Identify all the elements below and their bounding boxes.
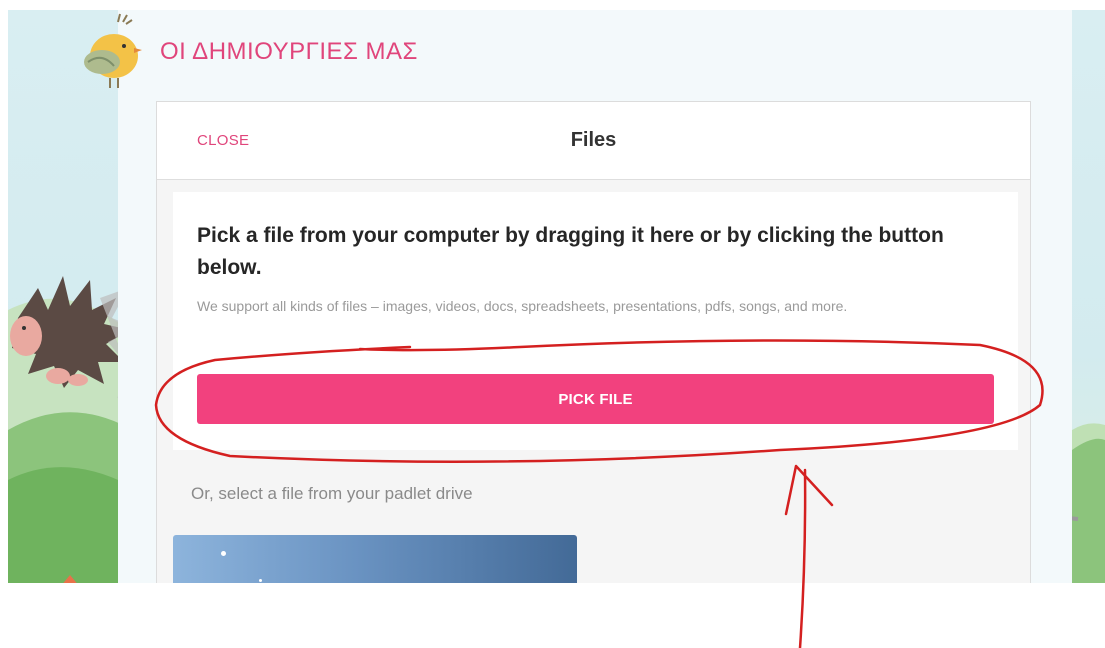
modal-title: Files xyxy=(570,129,617,151)
thumbnail-sparkle xyxy=(259,579,262,582)
files-modal: CLOSE Files Pick a file from your comput… xyxy=(156,101,1031,583)
drop-zone-heading: Pick a file from your computer by draggi… xyxy=(197,224,944,279)
padlet-drive-label: Or, select a file from your padlet drive xyxy=(191,484,473,503)
bird-icon xyxy=(84,13,142,88)
pick-file-button[interactable]: PICK FILE xyxy=(197,374,994,424)
screenshot: ΟΙ ΔΗΜΙΟΥΡΓΙΕΣ ΜΑΣ CLOSE Files Pick a fi… xyxy=(0,0,1105,648)
drop-zone-subtext: We support all kinds of files – images, … xyxy=(197,298,848,314)
thumbnail-sparkle xyxy=(221,551,226,556)
board-title: ΟΙ ΔΗΜΙΟΥΡΓΙΕΣ ΜΑΣ xyxy=(160,38,418,65)
drive-file-thumbnail[interactable] xyxy=(173,535,577,583)
modal-header: CLOSE Files xyxy=(157,102,1030,180)
file-drop-zone[interactable]: Pick a file from your computer by draggi… xyxy=(173,192,1018,450)
